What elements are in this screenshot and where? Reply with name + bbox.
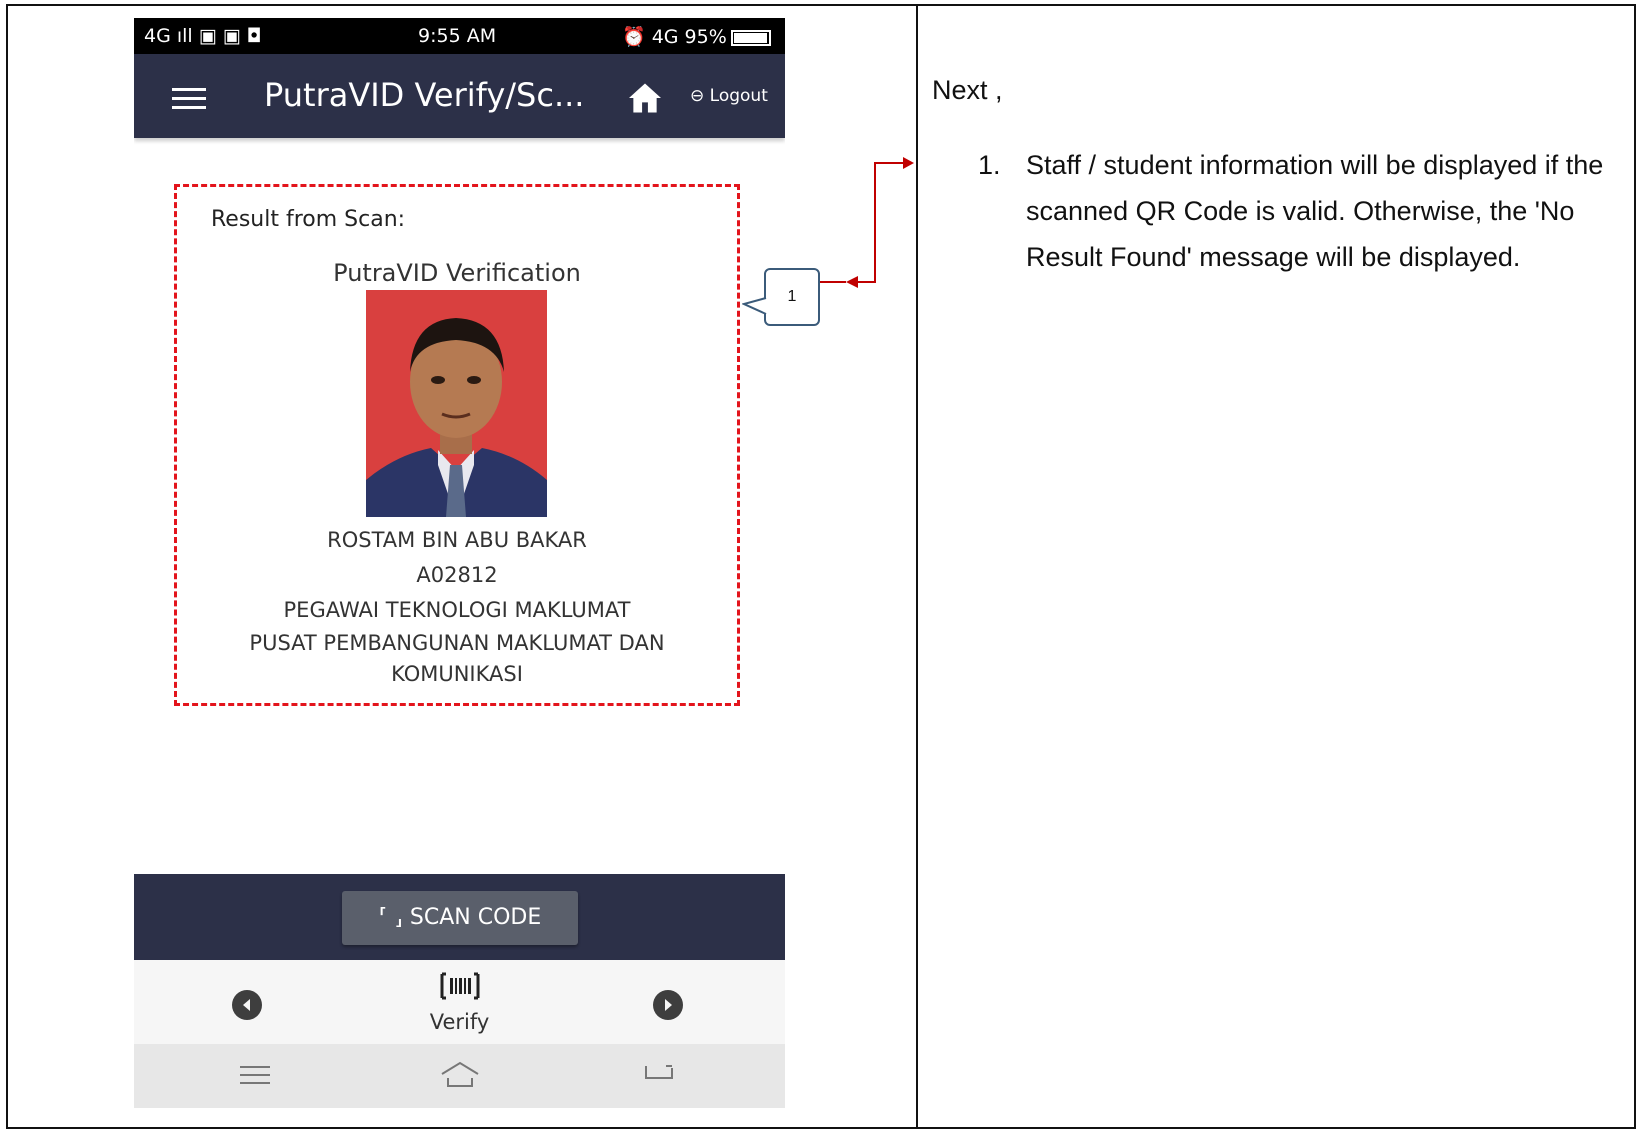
instruction-item: 1. Staff / student information will be d… [978,142,1628,280]
status-signal: 4G ıll ▣ ▣ ◘ [144,25,262,47]
phone-screenshot: 4G ıll ▣ ▣ ◘ 9:55 AM ⏰ 4G 95% PutraVID V… [134,18,785,1108]
app-header: PutraVID Verify/Sc... ⊖ Logout [134,54,785,138]
staff-photo [366,290,547,517]
callout-number-box: 1 [764,268,820,326]
column-divider [916,4,918,1129]
staff-position: PEGAWAI TEKNOLOGI MAKLUMAT [283,598,631,622]
staff-info: ROSTAM BIN ABU BAKAR A02812 PEGAWAI TEKN… [177,523,737,690]
verification-title: PutraVID Verification [333,259,581,287]
result-heading: Result from Scan: [211,207,406,232]
scan-bar: ⸢ ⸥ SCAN CODE [134,874,785,960]
scan-code-button[interactable]: ⸢ ⸥ SCAN CODE [342,891,578,945]
battery-icon [730,29,771,46]
recent-apps-icon[interactable] [238,1064,272,1086]
hamburger-menu-icon[interactable] [172,88,206,110]
instructions-list: 1. Staff / student information will be d… [978,142,1628,280]
bottom-nav: Verify [134,960,785,1044]
system-home-icon[interactable] [438,1060,482,1090]
scan-result-card: Result from Scan: PutraVID Verification … [174,184,740,706]
back-icon[interactable] [642,1062,676,1088]
staff-id: A02812 [416,563,498,587]
app-title: PutraVID Verify/Sc... [264,76,585,114]
instructions-intro: Next , [932,75,1003,105]
logout-button[interactable]: ⊖ Logout [690,86,768,106]
verify-tab-label[interactable]: Verify [134,1010,785,1034]
staff-name: ROSTAM BIN ABU BAKAR [327,528,587,552]
status-time: 9:55 AM [418,25,497,47]
next-arrow-icon[interactable] [653,990,683,1020]
staff-department: PUSAT PEMBANGUNAN MAKLUMAT DAN KOMUNIKAS… [249,631,665,686]
home-icon[interactable] [627,82,663,114]
logout-icon: ⊖ [690,86,705,106]
instruction-number: 1. [978,150,1001,180]
barcode-icon[interactable] [440,972,480,1000]
status-right: ⏰ 4G 95% [622,25,771,48]
instruction-text: Staff / student information will be disp… [1026,150,1604,272]
status-bar: 4G ıll ▣ ▣ ◘ 9:55 AM ⏰ 4G 95% [134,18,785,54]
callout-pointer [742,297,767,315]
system-nav-bar [134,1044,785,1108]
scan-frame-icon: ⸢ ⸥ [378,905,403,930]
